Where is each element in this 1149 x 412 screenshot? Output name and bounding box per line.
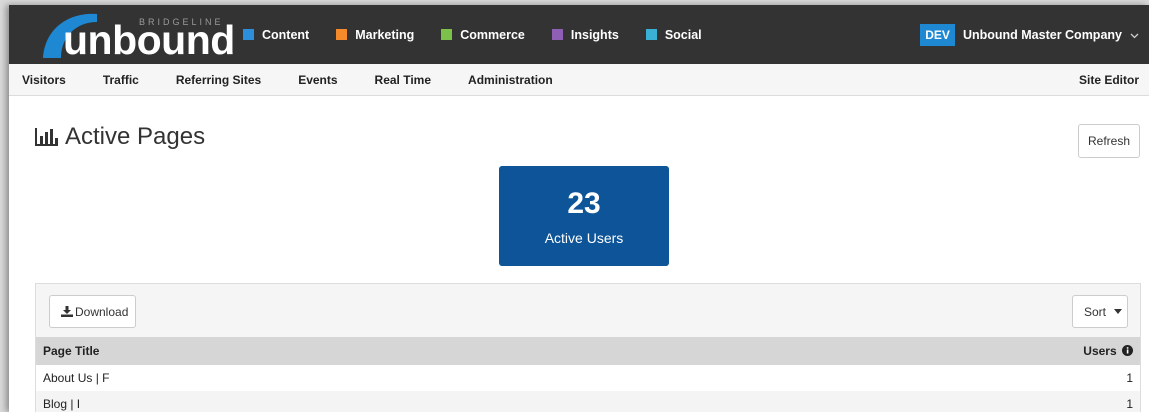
users-header-label: Users: [1083, 344, 1117, 358]
page-title-text: Active Pages: [65, 123, 206, 150]
subnav-traffic[interactable]: Traffic: [103, 73, 139, 87]
active-users-tile: 23 Active Users: [499, 166, 669, 266]
commerce-color-square: [441, 29, 453, 40]
top-bar: BRIDGELINE unbound Content Marketing Com…: [9, 5, 1149, 64]
caret-down-icon: [1114, 307, 1123, 316]
company-name: Unbound Master Company: [962, 27, 1122, 42]
table-row[interactable]: Blog | I 1: [36, 391, 1140, 412]
account-switcher[interactable]: DEV Unbound Master Company: [920, 5, 1139, 64]
active-pages-panel: Download Sort Page Title Users About Us …: [35, 283, 1141, 412]
subnav-visitors[interactable]: Visitors: [22, 73, 66, 87]
env-badge: DEV: [920, 23, 955, 46]
active-pages-table: Page Title Users About Us | F 1 Blog | I…: [36, 337, 1140, 412]
module-insights[interactable]: Insights: [551, 27, 619, 42]
content-color-square: [243, 29, 254, 40]
sub-nav-links: Visitors Traffic Referring Sites Events …: [22, 64, 590, 96]
module-label: Marketing: [355, 27, 415, 42]
sort-dropdown[interactable]: Sort: [1072, 295, 1128, 328]
app-window: BRIDGELINE unbound Content Marketing Com…: [9, 5, 1149, 412]
chevron-down-icon[interactable]: [1130, 28, 1139, 42]
active-users-label: Active Users: [544, 230, 624, 246]
page-title: Active Pages: [34, 123, 205, 151]
users-cell: 1: [1126, 397, 1133, 411]
download-button[interactable]: Download: [49, 295, 136, 328]
download-label: Download: [75, 304, 129, 319]
column-header-users[interactable]: Users: [652, 337, 1140, 365]
module-commerce[interactable]: Commerce: [441, 28, 525, 42]
active-users-count: 23: [567, 187, 601, 220]
unbound-logo[interactable]: BRIDGELINE unbound: [39, 8, 235, 63]
module-label: Social: [664, 27, 702, 42]
refresh-button[interactable]: Refresh: [1078, 124, 1140, 158]
users-cell: 1: [1126, 371, 1133, 385]
module-label: Content: [262, 27, 310, 42]
subnav-administration[interactable]: Administration: [468, 73, 553, 87]
table-toolbar: Download Sort: [36, 284, 1140, 337]
marketing-color-square: [336, 29, 348, 40]
table-header-row: Page Title Users: [36, 337, 1140, 365]
module-social[interactable]: Social: [645, 27, 702, 42]
sort-label: Sort: [1084, 304, 1107, 319]
logo-wordmark: unbound: [63, 17, 235, 63]
sub-nav: Visitors Traffic Referring Sites Events …: [9, 64, 1149, 96]
module-content[interactable]: Content: [243, 28, 309, 42]
column-header-page-title[interactable]: Page Title: [36, 337, 652, 365]
site-editor-link[interactable]: Site Editor: [1079, 64, 1139, 96]
subnav-events[interactable]: Events: [298, 73, 337, 87]
table-row[interactable]: About Us | F 1: [36, 365, 1140, 391]
social-color-square: [645, 29, 657, 40]
bar-chart-icon: [35, 128, 58, 146]
module-marketing[interactable]: Marketing: [336, 28, 414, 42]
info-icon[interactable]: [1122, 345, 1133, 356]
subnav-real-time[interactable]: Real Time: [375, 73, 431, 87]
page-title-cell[interactable]: Blog | I: [36, 391, 652, 412]
module-label: Insights: [570, 27, 619, 42]
subnav-referring-sites[interactable]: Referring Sites: [176, 73, 261, 87]
module-label: Commerce: [460, 27, 525, 42]
page-title-cell[interactable]: About Us | F: [36, 365, 652, 391]
module-nav: Content Marketing Commerce Insights Soci…: [243, 5, 729, 64]
download-icon: [61, 306, 73, 317]
insights-color-square: [551, 29, 563, 40]
